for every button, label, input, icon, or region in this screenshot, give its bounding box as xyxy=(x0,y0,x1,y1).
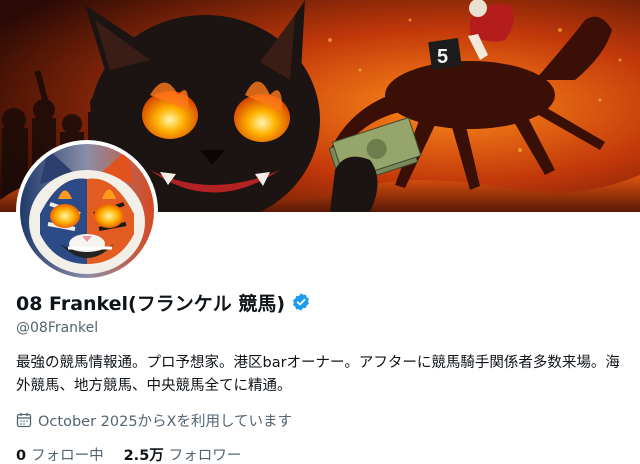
following-link[interactable]: 0 フォロー中 xyxy=(16,444,104,464)
horse-number-text: 5 xyxy=(437,46,448,68)
joined-date-row: October 2025からXを利用しています xyxy=(16,410,624,430)
followers-count: 2.5万 xyxy=(123,447,164,464)
calendar-icon xyxy=(16,412,32,428)
profile-bio: 最強の競馬情報通。プロ予想家。港区barオーナー。アフターに競馬騎手関係者多数来… xyxy=(16,355,620,394)
following-label: フォロー中 xyxy=(31,447,104,464)
avatar-image xyxy=(20,144,154,278)
display-name: 08 Frankel(フランケル 競馬) xyxy=(16,292,286,315)
user-handle: @08Frankel xyxy=(16,320,99,336)
followers-label: フォロワー xyxy=(168,447,242,464)
followers-link[interactable]: 2.5万 フォロワー xyxy=(124,444,242,464)
name-row: 08 Frankel(フランケル 競馬) xyxy=(16,286,624,318)
following-count: 0 xyxy=(16,447,27,464)
joined-date-text: October 2025からXを利用しています xyxy=(38,413,293,430)
follow-stats: 0 フォロー中 2.5万 フォロワー xyxy=(16,443,624,464)
verified-badge-icon[interactable] xyxy=(291,292,311,312)
profile-avatar[interactable] xyxy=(16,140,158,282)
profile-info: 08 Frankel(フランケル 競馬) @08Frankel 最強の競馬情報通… xyxy=(16,286,624,464)
